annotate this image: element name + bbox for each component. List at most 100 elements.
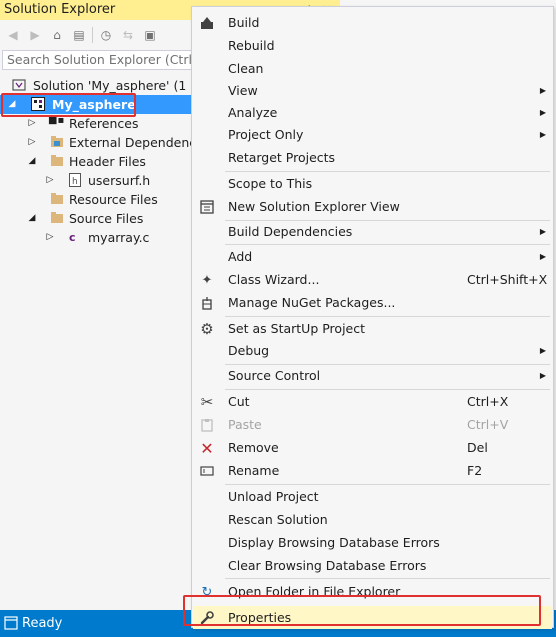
menu-item-display-browsing-errors[interactable]: Display Browsing Database Errors (193, 531, 552, 554)
menu-item-view[interactable]: View ▶ (193, 79, 552, 102)
gear-icon: ⚙ (200, 319, 214, 338)
menu-item-debug[interactable]: Debug ▶ (193, 339, 552, 362)
menu-separator (225, 578, 550, 579)
menu-label: Analyze (228, 105, 278, 120)
menu-item-rebuild[interactable]: Rebuild (193, 34, 552, 57)
menu-item-new-solution-explorer-view[interactable]: New Solution Explorer View (193, 195, 552, 218)
submenu-arrow-icon: ▶ (539, 227, 546, 236)
folder-icon (51, 212, 63, 223)
class-wizard-icon: ✦ (201, 272, 213, 288)
folder-icon (51, 155, 63, 166)
menu-item-source-control[interactable]: Source Control ▶ (193, 364, 552, 387)
menu-label: Class Wizard... (228, 272, 320, 287)
menu-label: Scope to This (228, 176, 313, 191)
project-highlight-annotation (1, 93, 136, 117)
folder-icon (51, 193, 63, 204)
menu-label: Rebuild (228, 38, 275, 53)
menu-label: Unload Project (228, 489, 319, 504)
menu-item-retarget-projects[interactable]: Retarget Projects (193, 146, 552, 169)
context-menu: Build Rebuild Clean View ▶ Analyze ▶ Pro… (191, 6, 554, 629)
menu-item-remove[interactable]: ✕ Remove Del (193, 436, 552, 459)
menu-label: Paste (228, 417, 262, 432)
menu-item-rename[interactable]: Rename F2 (193, 459, 552, 482)
menu-label: Rescan Solution (228, 512, 328, 527)
back-icon[interactable]: ◀ (4, 26, 22, 44)
nuget-icon (199, 295, 215, 311)
menu-item-clear-browsing-errors[interactable]: Clear Browsing Database Errors (193, 554, 552, 577)
menu-item-scope-to-this[interactable]: Scope to This (193, 172, 552, 195)
explorer-toolbar: ◀ ▶ ⌂ ▤ ◷ ⇆ ▣ (0, 22, 200, 48)
menu-label: Retarget Projects (228, 150, 336, 165)
header-file-icon: h (69, 173, 81, 187)
menu-item-add[interactable]: Add ▶ (193, 245, 552, 268)
external-dependencies-icon (51, 136, 63, 147)
build-icon (199, 15, 215, 31)
menu-label: Build Dependencies (228, 224, 353, 239)
menu-label: Set as StartUp Project (228, 321, 366, 336)
submenu-arrow-icon: ▶ (539, 346, 546, 355)
submenu-arrow-icon: ▶ (539, 252, 546, 261)
menu-label: Clear Browsing Database Errors (228, 558, 427, 573)
collapse-all-icon[interactable]: ▣ (141, 26, 159, 44)
menu-label: Project Only (228, 127, 304, 142)
tree-item-myarray-c[interactable]: ▷ c myarray.c (0, 228, 200, 247)
rename-icon (199, 463, 215, 479)
tree-label: myarray.c (88, 230, 150, 245)
menu-item-paste[interactable]: Paste Ctrl+V (193, 413, 552, 436)
menu-shortcut: F2 (467, 463, 483, 478)
menu-label: Debug (228, 343, 270, 358)
menu-item-build[interactable]: Build (193, 11, 552, 34)
menu-item-manage-nuget[interactable]: Manage NuGet Packages... (193, 291, 552, 314)
tree-label: usersurf.h (88, 173, 151, 188)
menu-item-project-only[interactable]: Project Only ▶ (193, 123, 552, 146)
menu-item-analyze[interactable]: Analyze ▶ (193, 101, 552, 124)
menu-shortcut: Ctrl+X (467, 394, 509, 409)
submenu-arrow-icon: ▶ (539, 130, 546, 139)
menu-label: Build (228, 15, 260, 30)
menu-shortcut: Del (467, 440, 488, 455)
tree-label: Source Files (69, 211, 144, 226)
menu-item-cut[interactable]: ✂ Cut Ctrl+X (193, 390, 552, 413)
tree-item-header-files[interactable]: ◢ Header Files (0, 152, 200, 171)
solution-explorer-pane: Solution Explorer ▾ ⊥ ✕ ◀ ▶ ⌂ ▤ ◷ ⇆ ▣ Se… (0, 0, 340, 610)
home-icon[interactable]: ⌂ (48, 26, 66, 44)
menu-item-class-wizard[interactable]: ✦ Class Wizard... Ctrl+Shift+X (193, 268, 552, 291)
tree-label: Resource Files (69, 192, 158, 207)
status-text: Ready (22, 616, 63, 631)
collapsed-arrow-icon[interactable]: ▷ (45, 228, 55, 247)
pane-title: Solution Explorer (4, 2, 116, 17)
solution-icon (12, 79, 26, 91)
tree-label: Header Files (69, 154, 146, 169)
menu-item-unload-project[interactable]: Unload Project (193, 485, 552, 508)
tree-item-usersurf-h[interactable]: ▷ h usersurf.h (0, 171, 200, 190)
submenu-arrow-icon: ▶ (539, 86, 546, 95)
menu-item-clean[interactable]: Clean (193, 57, 552, 80)
search-input[interactable]: Search Solution Explorer (Ctrl+;) (2, 50, 198, 70)
pending-changes-icon[interactable]: ◷ (97, 26, 115, 44)
collapsed-arrow-icon[interactable]: ▷ (45, 171, 55, 190)
switch-views-icon[interactable]: ▤ (70, 26, 88, 44)
menu-label: Manage NuGet Packages... (228, 295, 396, 310)
menu-label: Cut (228, 394, 250, 409)
menu-label: View (228, 83, 258, 98)
submenu-arrow-icon: ▶ (539, 371, 546, 380)
new-view-icon (199, 199, 215, 215)
toolbar-separator (92, 27, 93, 43)
tree-item-external-dependencies[interactable]: ▷ External Dependencies (0, 133, 214, 152)
menu-item-rescan-solution[interactable]: Rescan Solution (193, 508, 552, 531)
collapsed-arrow-icon[interactable]: ▷ (27, 133, 37, 152)
sync-icon[interactable]: ⇆ (119, 26, 137, 44)
menu-item-build-dependencies[interactable]: Build Dependencies ▶ (193, 220, 552, 243)
expanded-arrow-icon[interactable]: ◢ (27, 152, 37, 171)
svg-text:h: h (72, 177, 78, 187)
menu-shortcut: Ctrl+V (467, 417, 509, 432)
expanded-arrow-icon[interactable]: ◢ (27, 209, 37, 228)
forward-icon[interactable]: ▶ (26, 26, 44, 44)
tree-item-resource-files[interactable]: Resource Files (0, 190, 200, 209)
status-icon (4, 616, 18, 630)
menu-item-set-startup[interactable]: ⚙ Set as StartUp Project (193, 317, 552, 340)
references-icon: ■▪ (48, 115, 65, 126)
menu-label: Add (228, 249, 253, 264)
menu-label: Clean (228, 61, 264, 76)
tree-item-source-files[interactable]: ◢ Source Files (0, 209, 200, 228)
